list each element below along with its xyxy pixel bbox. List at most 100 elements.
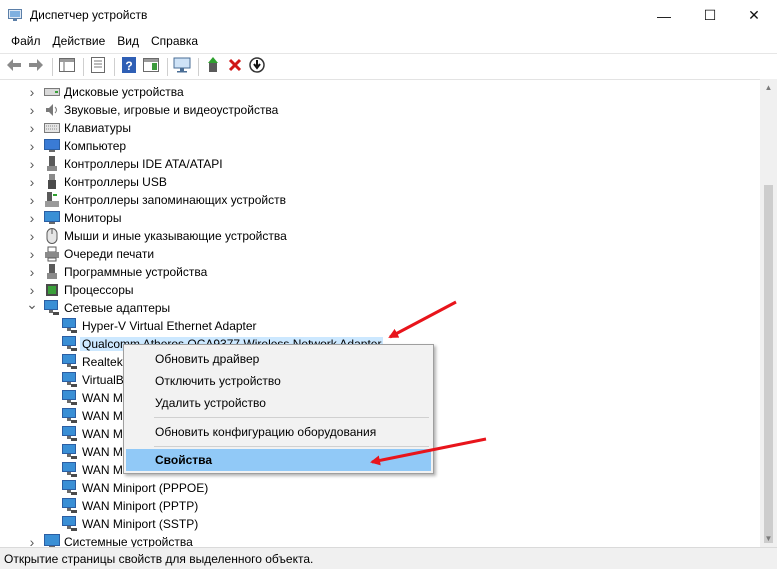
network-adapter-icon [62, 408, 78, 424]
tree-category[interactable]: › Контроллеры запоминающих устройств [26, 191, 286, 209]
disable-device-button[interactable] [247, 57, 267, 77]
context-menu-scan-hardware[interactable]: Обновить конфигурацию оборудования [126, 421, 431, 443]
tree-category[interactable]: › Процессоры [26, 281, 134, 299]
chevron-right-icon[interactable]: › [26, 264, 38, 280]
back-button[interactable] [4, 57, 24, 77]
chevron-right-icon[interactable]: › [26, 138, 38, 154]
tree-item-label: Программные устройства [64, 265, 208, 279]
tree-device-item[interactable]: WAN M [62, 389, 123, 407]
tree-category[interactable]: › Очереди печати [26, 245, 154, 263]
close-icon: ✕ [748, 7, 760, 23]
scan-hardware-button[interactable] [172, 57, 192, 77]
tree-device-item[interactable]: Realtek [62, 353, 123, 371]
chevron-right-icon[interactable]: › [26, 102, 38, 118]
title-bar: Диспетчер устройств — ☐ ✕ [0, 0, 777, 31]
chevron-right-icon[interactable]: › [26, 534, 38, 547]
tree-category[interactable]: › Программные устройства [26, 263, 207, 281]
status-text: Открытие страницы свойств для выделенног… [4, 552, 314, 566]
chevron-right-icon[interactable]: › [26, 210, 38, 226]
tree-category[interactable]: › Системные устройства [26, 533, 193, 547]
scroll-down-button[interactable]: ▼ [760, 530, 777, 547]
uninstall-device-button[interactable] [225, 57, 245, 77]
forward-button[interactable] [26, 57, 46, 77]
properties-button[interactable] [88, 57, 108, 77]
tree-item-label: Контроллеры запоминающих устройств [64, 193, 286, 207]
menu-action[interactable]: Действие [47, 34, 112, 48]
tree-device-item[interactable]: WAN Miniport (SSTP) [62, 515, 198, 533]
close-button[interactable]: ✕ [731, 0, 777, 31]
chevron-down-icon[interactable]: ⌄ [26, 296, 38, 312]
network-adapter-icon [62, 498, 78, 514]
tree-category[interactable]: › Мониторы [26, 209, 122, 227]
tree-item-label: Клавиатуры [64, 121, 131, 135]
tree-device-item[interactable]: WAN M [62, 443, 123, 461]
chevron-right-icon[interactable]: › [26, 228, 38, 244]
network-adapter-icon [62, 444, 78, 460]
network-adapter-icon [44, 300, 60, 316]
chevron-right-icon[interactable]: › [26, 246, 38, 262]
minimize-button[interactable]: — [641, 0, 687, 31]
tree-device-item[interactable]: VirtualB [62, 371, 124, 389]
forward-icon [28, 58, 44, 75]
context-menu-disable-device[interactable]: Отключить устройство [126, 370, 431, 392]
svg-text:?: ? [125, 59, 132, 73]
tree-item-label: WAN M [82, 409, 123, 423]
tree-item-label: Дисковые устройства [64, 85, 184, 99]
tree-category[interactable]: › Контроллеры IDE ATA/ATAPI [26, 155, 223, 173]
chevron-right-icon[interactable]: › [26, 174, 38, 190]
network-adapter-icon [62, 426, 78, 442]
menu-file[interactable]: Файл [5, 34, 47, 48]
tree-category[interactable]: › Контроллеры USB [26, 173, 167, 191]
tree-category[interactable]: › Компьютер [26, 137, 126, 155]
tree-item-label: Realtek [82, 355, 123, 369]
tree-item-label: WAN Miniport (PPPOE) [82, 481, 209, 495]
tree-device-item[interactable]: Hyper-V Virtual Ethernet Adapter [62, 317, 257, 335]
show-hide-console-tree-button[interactable] [57, 57, 77, 77]
tree-device-item[interactable]: WAN M [62, 461, 123, 479]
tree-device-item[interactable]: WAN Miniport (PPTP) [62, 497, 198, 515]
chevron-right-icon[interactable]: › [26, 156, 38, 172]
tree-item-label: VirtualB [82, 373, 124, 387]
tree-category[interactable]: › Мыши и иные указывающие устройства [26, 227, 287, 245]
action-pane-button[interactable] [141, 57, 161, 77]
tree-category[interactable]: › Клавиатуры [26, 119, 131, 137]
tree-device-item[interactable]: WAN M [62, 407, 123, 425]
chevron-right-icon[interactable]: › [26, 282, 38, 298]
tree-item-label: Мониторы [64, 211, 122, 225]
show-hide-console-tree-icon [59, 58, 75, 75]
context-menu-properties[interactable]: Свойства [126, 449, 431, 471]
software-device-icon [44, 264, 60, 280]
network-adapter-icon [62, 462, 78, 478]
speaker-icon [44, 102, 60, 118]
help-button[interactable]: ? [119, 57, 139, 77]
scroll-up-button[interactable]: ▲ [760, 79, 777, 96]
tree-category[interactable]: › Дисковые устройства [26, 83, 184, 101]
window-title: Диспетчер устройств [30, 8, 148, 22]
network-adapter-icon [62, 318, 78, 334]
uninstall-device-icon [228, 58, 242, 75]
tree-device-item[interactable]: WAN M [62, 425, 123, 443]
tree-category[interactable]: › Звуковые, игровые и видеоустройства [26, 101, 279, 119]
ide-controller-icon [44, 156, 60, 172]
printer-icon [44, 246, 60, 262]
context-menu-update-driver[interactable]: Обновить драйвер [126, 348, 431, 370]
tree-category[interactable]: ⌄ Сетевые адаптеры [26, 296, 170, 317]
context-menu-uninstall-device[interactable]: Удалить устройство [126, 392, 431, 414]
chevron-right-icon[interactable]: › [26, 84, 38, 100]
menu-view[interactable]: Вид [111, 34, 145, 48]
menu-help[interactable]: Справка [145, 34, 204, 48]
tree-item-label: Контроллеры USB [64, 175, 167, 189]
device-manager-app-icon [8, 9, 22, 21]
chevron-right-icon[interactable]: › [26, 120, 38, 136]
maximize-button[interactable]: ☐ [687, 0, 733, 31]
tree-item-label: Hyper-V Virtual Ethernet Adapter [82, 319, 257, 333]
chevron-right-icon[interactable]: › [26, 192, 38, 208]
tree-item-label: WAN Miniport (PPTP) [82, 499, 199, 513]
scrollbar-thumb[interactable] [764, 185, 773, 543]
update-driver-button[interactable] [203, 57, 223, 77]
scroll-down-icon: ▼ [764, 534, 773, 543]
vertical-scrollbar[interactable]: ▲ ▼ [760, 79, 777, 547]
maximize-icon: ☐ [703, 7, 717, 23]
tree-device-item[interactable]: WAN Miniport (PPPOE) [62, 479, 208, 497]
network-adapter-icon [62, 480, 78, 496]
